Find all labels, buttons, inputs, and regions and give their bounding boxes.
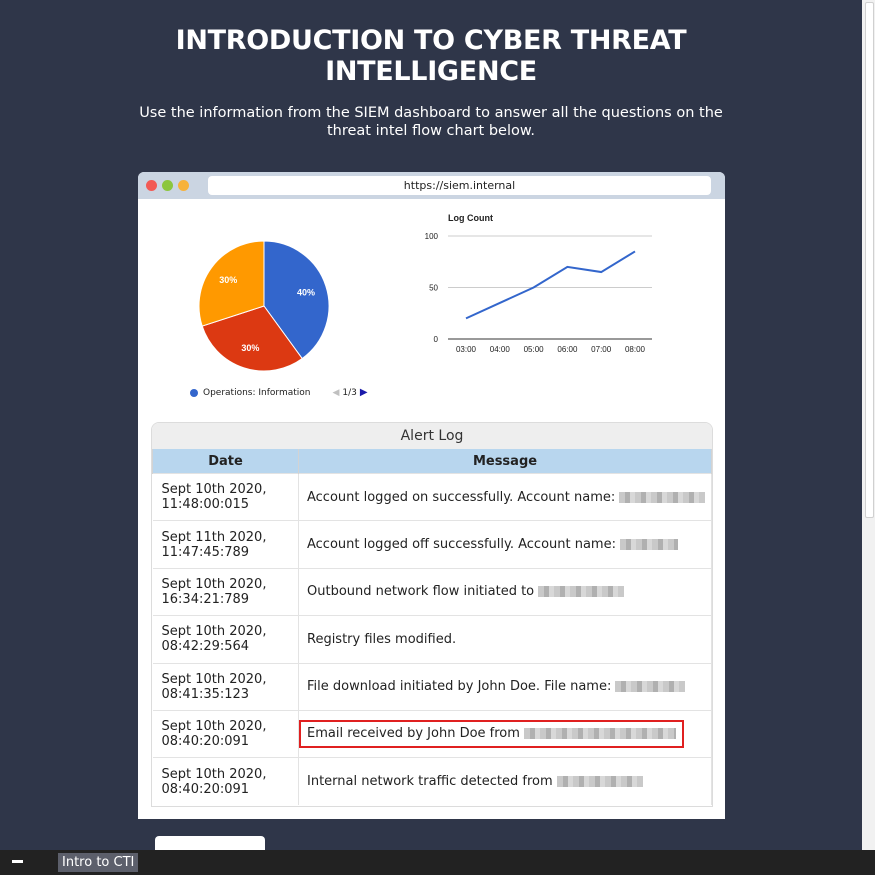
message-text: Outbound network flow initiated to: [307, 584, 535, 600]
pie-slice-label: 30%: [219, 275, 237, 285]
time-line: 11:48:00:015: [161, 497, 250, 513]
message-text: Registry files modified.: [307, 631, 457, 647]
row-message: File download initiated by John Doe. Fil…: [298, 662, 712, 711]
pie-slice-label: 30%: [241, 343, 259, 353]
legend-next-arrow-icon[interactable]: ▶: [360, 387, 368, 398]
page-scrollbar[interactable]: [862, 0, 875, 850]
time-line: 08:42:29:564: [161, 639, 250, 655]
subtitle-line2: threat intel flow chart below.: [326, 123, 536, 139]
redacted-value: [615, 681, 686, 693]
table-row: Sept 10th 2020, 08:41:35:123 File downloa…: [152, 662, 712, 711]
x-tick-label: 07:00: [591, 345, 612, 354]
row-date: Sept 10th 2020, 11:48:00:015: [152, 472, 299, 521]
minimize-icon[interactable]: [12, 860, 23, 863]
legend-page: 1/3: [342, 387, 357, 398]
x-tick-label: 04:00: [490, 345, 511, 354]
table-row: Sept 10th 2020, 08:42:29:564 Registry fil…: [152, 615, 712, 664]
table-row: Sept 10th 2020, 11:48:00:015 Account logg…: [152, 472, 712, 521]
column-header-message: Message: [298, 449, 712, 474]
row-date: Sept 10th 2020, 08:40:20:091: [152, 709, 299, 758]
scrollbar-thumb[interactable]: [865, 2, 874, 518]
pie-legend: Operations: Information ◀ 1/3 ▶: [190, 387, 368, 398]
table-row: Sept 11th 2020, 11:47:45:789 Account logg…: [152, 520, 712, 569]
message-text: Internal network traffic detected from: [307, 774, 553, 790]
row-date: Sept 10th 2020, 08:42:29:564: [152, 615, 299, 664]
redacted-value: [538, 586, 625, 598]
x-tick-label: 03:00: [456, 345, 477, 354]
legend-prev-arrow-icon[interactable]: ◀: [332, 388, 339, 398]
row-date: Sept 10th 2020, 08:40:20:091: [152, 757, 299, 805]
date-line: Sept 10th 2020,: [161, 482, 267, 498]
browser-toolbar: https://siem.internal: [138, 172, 725, 199]
table-row: Sept 10th 2020, 16:34:21:789 Outbound net…: [152, 567, 712, 616]
minimize-window-icon[interactable]: [178, 180, 189, 191]
siem-browser-window: https://siem.internal 40% 30% 30% Operatio…: [138, 172, 725, 819]
time-line: 08:41:35:123: [161, 686, 250, 702]
address-bar[interactable]: https://siem.internal: [208, 176, 711, 195]
x-tick-label: 05:00: [524, 345, 545, 354]
row-message: Account logged off successfully. Account…: [298, 520, 712, 569]
y-tick-label: 0: [434, 335, 439, 344]
redacted-value: [523, 728, 676, 740]
time-line: 11:47:45:789: [161, 544, 250, 560]
time-line: 08:40:20:091: [161, 781, 250, 797]
date-line: Sept 10th 2020,: [161, 576, 267, 592]
date-line: Sept 10th 2020,: [161, 624, 267, 640]
line-series: [465, 250, 636, 320]
legend-swatch: [190, 388, 198, 397]
date-line: Sept 11th 2020,: [161, 529, 267, 545]
maximize-window-icon[interactable]: [162, 180, 173, 191]
line-chart: Log Count 0 50 100 03:00 04:00 05:00 06:00 07:…: [425, 213, 652, 354]
message-text: File download initiated by John Doe. Fil…: [307, 679, 612, 695]
date-line: Sept 10th 2020,: [161, 719, 267, 735]
row-message: Outbound network flow initiated to: [298, 567, 712, 616]
x-tick-label: 06:00: [557, 345, 578, 354]
pie-slice-label: 40%: [297, 287, 315, 297]
subtitle-line1: Use the information from the SIEM dashbo…: [139, 105, 723, 121]
x-tick-label: 08:00: [625, 345, 646, 354]
line-chart-title: Log Count: [448, 213, 493, 223]
table-row: Sept 10th 2020, 08:40:20:091 Email receiv…: [152, 709, 712, 758]
message-text: Account logged off successfully. Account…: [307, 537, 616, 553]
row-message: Account logged on successfully. Account …: [298, 472, 712, 521]
redacted-value: [619, 539, 678, 551]
y-tick-label: 50: [429, 284, 438, 293]
taskbar: Intro to CTI: [0, 850, 875, 875]
row-message: Internal network traffic detected from: [298, 757, 712, 805]
message-text: Email received by John Doe from: [307, 726, 520, 742]
redacted-value: [556, 776, 643, 788]
row-message: Email received by John Doe from: [298, 709, 712, 758]
page-title-line2: INTELLIGENCE: [325, 56, 537, 87]
row-date: Sept 10th 2020, 16:34:21:789: [152, 567, 299, 616]
column-header-date: Date: [152, 449, 299, 474]
alert-log-table: Date Message Sept 10th 2020, 11:48:00:015…: [152, 449, 712, 805]
date-line: Sept 10th 2020,: [161, 671, 267, 687]
close-window-icon[interactable]: [146, 180, 157, 191]
y-tick-label: 100: [425, 232, 439, 241]
alert-log-panel: Alert Log Date Message Sept 10th 2020, 11…: [151, 422, 713, 807]
alert-log-title: Alert Log: [152, 423, 712, 449]
time-line: 16:34:21:789: [161, 591, 250, 607]
pie-chart: 40% 30% 30%: [198, 240, 330, 372]
page-title-line1: INTRODUCTION TO CYBER THREAT: [175, 25, 687, 56]
table-row: Sept 10th 2020, 08:40:20:091 Internal net…: [152, 757, 712, 805]
date-line: Sept 10th 2020,: [161, 766, 267, 782]
row-message: Registry files modified.: [298, 615, 712, 664]
page-title: INTRODUCTION TO CYBER THREAT INTELLIGENC…: [0, 25, 862, 87]
row-date: Sept 10th 2020, 08:41:35:123: [152, 662, 299, 711]
redacted-value: [619, 491, 706, 503]
legend-entry: Operations: Information: [203, 387, 311, 398]
message-text: Account logged on successfully. Account …: [307, 489, 616, 505]
page-subtitle: Use the information from the SIEM dashbo…: [0, 104, 862, 140]
highlighted-message-box[interactable]: Email received by John Doe from: [299, 720, 684, 749]
time-line: 08:40:20:091: [161, 734, 250, 750]
row-date: Sept 11th 2020, 11:47:45:789: [152, 520, 299, 569]
tab-intro-to-cti[interactable]: Intro to CTI: [58, 853, 139, 872]
